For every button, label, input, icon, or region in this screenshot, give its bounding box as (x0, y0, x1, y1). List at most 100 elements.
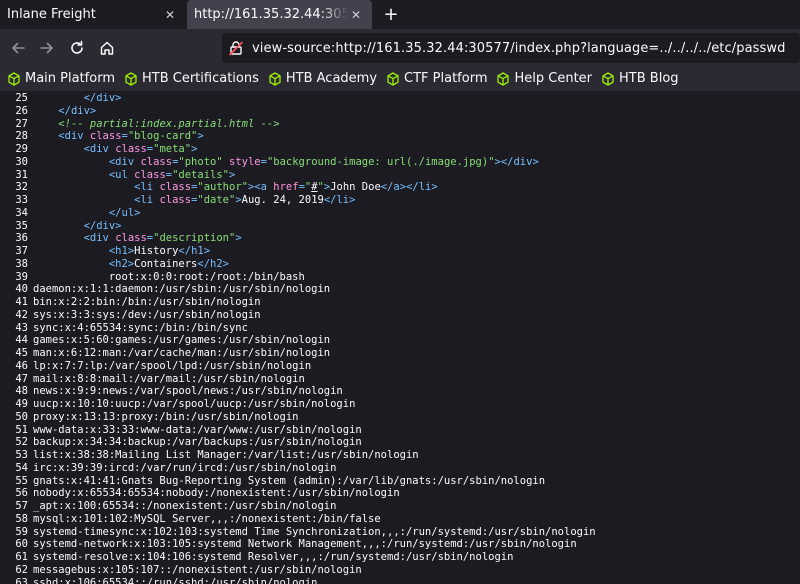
bookmark-main-platform[interactable]: Main Platform (7, 71, 115, 86)
bookmark-htb-blog[interactable]: HTB Blog (601, 71, 679, 86)
url-bar[interactable]: view-source:http://161.35.32.44:30577/in… (222, 33, 800, 63)
close-icon[interactable]: ✕ (348, 7, 364, 23)
line-code: <h1>History</h1> (33, 245, 210, 257)
line-code: <ul class="details"> (33, 169, 235, 181)
line-number: 37 (15, 245, 28, 257)
code-token: gnats:x:41:41:Gnats Bug-Reporting System… (33, 474, 546, 487)
forward-button[interactable] (37, 38, 57, 58)
line-code: </div> (33, 220, 122, 232)
source-line: 63 sshd:x:106:65534::/run/sshd:/usr/sbin/… (0, 577, 800, 584)
source-line: 27 <!-- partial:index.partial.html --> (0, 118, 800, 131)
line-number: 45 (15, 347, 28, 359)
code-token: "description" (153, 232, 236, 245)
close-icon[interactable]: ✕ (162, 7, 178, 23)
reload-button[interactable] (67, 38, 87, 58)
code-token: class (89, 130, 122, 143)
arrow-right-icon (40, 42, 53, 54)
new-tab-button[interactable]: + (380, 3, 402, 25)
source-line: 36 <div class="description"> (0, 232, 800, 245)
code-token: "photo" (178, 155, 223, 168)
line-code: sys:x:3:3:sys:/dev:/usr/sbin/nologin (33, 309, 261, 321)
code-token: <li (134, 181, 160, 194)
code-token: uucp:x:10:10:uucp:/var/spool/uucp:/usr/s… (33, 398, 356, 410)
line-number: 41 (15, 296, 28, 308)
line-code: gnats:x:41:41:Gnats Bug-Reporting System… (33, 475, 545, 487)
home-button[interactable] (97, 38, 117, 58)
line-code: systemd-network:x:103:105:systemd Networ… (33, 538, 577, 550)
line-number: 34 (15, 206, 28, 219)
home-icon (100, 41, 114, 55)
line-number: 33 (15, 194, 28, 206)
code-token: class (159, 181, 192, 194)
line-number: 62 (15, 563, 28, 576)
bookmark-htb-certifications[interactable]: HTB Certifications (124, 71, 259, 86)
line-number: 42 (15, 308, 28, 321)
arrow-left-icon (12, 42, 25, 54)
source-line: 51 www-data:x:33:33:www-data:/var/www:/us… (0, 424, 800, 437)
line-code: daemon:x:1:1:daemon:/usr/sbin:/usr/sbin/… (33, 283, 330, 295)
code-token: class (115, 143, 147, 155)
code-token: sys:x:3:3:sys:/dev:/usr/sbin/nologin (33, 308, 261, 321)
line-number: 30 (15, 155, 28, 168)
source-line: 50 proxy:x:13:13:proxy:/bin:/usr/sbin/nol… (0, 411, 800, 424)
line-number: 49 (15, 398, 28, 410)
code-token: daemon:x:1:1:daemon:/usr/sbin:/usr/sbin/… (33, 283, 331, 296)
line-number: 48 (15, 385, 28, 398)
line-code: systemd-timesync:x:102:103:systemd Time … (33, 526, 596, 538)
code-token: <h1> (108, 245, 135, 257)
code-token: systemd-network:x:103:105:systemd Networ… (33, 538, 577, 551)
line-number: 53 (15, 449, 28, 461)
code-token: </a></li> (380, 181, 438, 194)
line-code: lp:x:7:7:lp:/var/spool/lpd:/usr/sbin/nol… (33, 360, 311, 372)
line-number: 55 (15, 474, 28, 487)
url-text[interactable]: view-source:http://161.35.32.44:30577/in… (252, 41, 785, 56)
line-code: systemd-resolve:x:104:106:systemd Resolv… (33, 551, 513, 563)
navigation-toolbar: view-source:http://161.35.32.44:30577/in… (0, 29, 800, 66)
code-token: class (115, 232, 147, 245)
source-line: 61 systemd-resolve:x:104:106:systemd Reso… (0, 551, 800, 564)
htb-cube-icon (269, 71, 281, 86)
line-number: 35 (15, 219, 28, 232)
code-token: class (159, 194, 192, 206)
bookmark-help-center[interactable]: Help Center (496, 71, 592, 86)
insecure-lock-icon[interactable] (228, 40, 244, 56)
source-line: 62 messagebus:x:105:107::/nonexistent:/us… (0, 564, 800, 577)
page-source-view[interactable]: 25 </div> 26 </div> 27 <!-- partial:index.… (0, 91, 800, 584)
source-line: 41 bin:x:2:2:bin:/bin:/usr/sbin/nologin (0, 296, 800, 309)
code-token: sshd:x:106:65534::/run/sshd:/usr/sbin/no… (33, 576, 318, 584)
code-token: mysql:x:101:102:MySQL Server,,,:/nonexis… (33, 512, 381, 525)
code-token: "details" (172, 168, 229, 181)
bookmark-ctf-platform[interactable]: CTF Platform (386, 71, 487, 86)
tab-inlane-freight[interactable]: Inlane Freight ✕ (0, 0, 186, 29)
source-line: 43 sync:x:4:65534:sync:/bin:/bin/sync (0, 322, 800, 335)
back-button[interactable] (8, 38, 28, 58)
line-number: 27 (15, 117, 28, 130)
line-number: 61 (15, 551, 28, 563)
bookmark-htb-academy[interactable]: HTB Academy (268, 71, 377, 86)
bookmark-label: CTF Platform (404, 71, 488, 86)
source-line: 33 <li class="date">Aug. 24, 2019</li> (0, 194, 800, 207)
reload-icon (71, 40, 83, 54)
bookmark-label: HTB Blog (619, 71, 679, 86)
line-code: mail:x:8:8:mail:/var/mail:/usr/sbin/nolo… (33, 373, 305, 385)
line-number: 43 (15, 321, 28, 334)
line-number: 47 (15, 372, 28, 385)
code-token: > (197, 130, 204, 143)
source-line: 31 <ul class="details"> (0, 169, 800, 182)
tab-view-source[interactable]: http://161.35.32.44:30577/index.php?lang… (187, 0, 372, 29)
code-token: <!-- partial:index.partial.html --> (58, 117, 280, 130)
code-token: man:x:6:12:man:/var/cache/man:/usr/sbin/… (33, 347, 331, 359)
line-code: <div class="meta"> (33, 143, 198, 155)
line-code: <div class="description"> (33, 232, 242, 244)
source-line: 44 games:x:5:60:games:/usr/games:/usr/sbi… (0, 334, 800, 347)
source-line: 40 daemon:x:1:1:daemon:/usr/sbin:/usr/sbi… (0, 283, 800, 296)
line-number: 28 (15, 130, 28, 143)
htb-cube-icon (125, 71, 137, 86)
source-line: 37 <h1>History</h1> (0, 245, 800, 258)
